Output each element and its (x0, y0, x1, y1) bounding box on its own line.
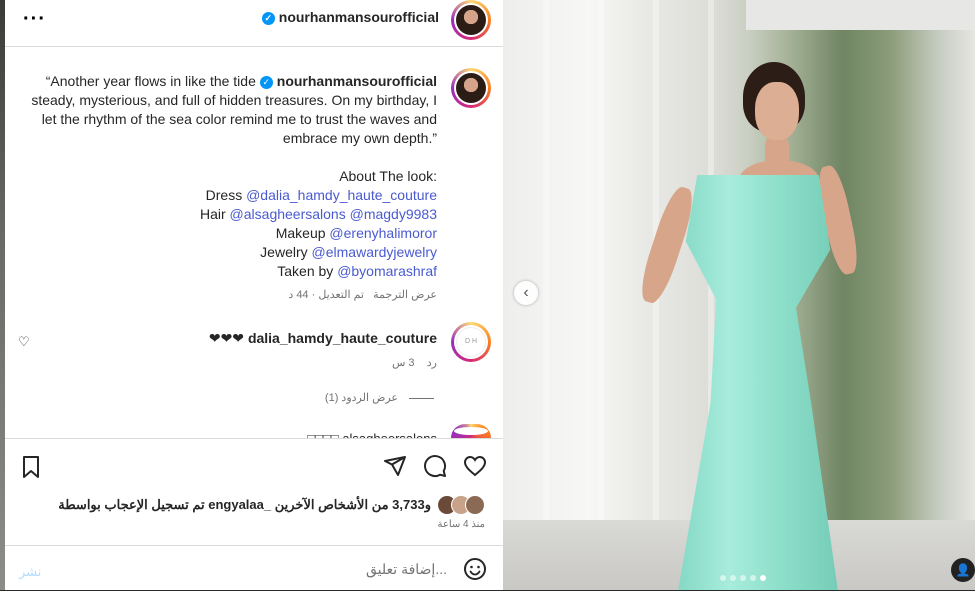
header-avatar[interactable] (451, 0, 491, 40)
replies-divider (409, 398, 434, 399)
liker-avatar (465, 495, 485, 515)
verified-badge-icon: ✓ (261, 12, 275, 25)
share-icon[interactable] (383, 454, 407, 478)
comment-avatar[interactable]: D H (451, 322, 491, 362)
user-tags-icon[interactable]: 👤 (951, 558, 975, 582)
comment-text: ❤❤❤ (208, 330, 245, 346)
edited-time: تم التعديل · 44 د (288, 289, 364, 301)
carousel-indicator (720, 575, 766, 581)
comment-age: 3 س (391, 357, 415, 369)
carousel-dot (740, 575, 746, 581)
mention-link[interactable]: @alsagheersalons (230, 206, 346, 222)
mention-link[interactable]: @byomarashraf (337, 263, 437, 279)
comment-item: ❤❤❤ dalia_hamdy_haute_couture (209, 330, 437, 347)
post-caption: “Another year flows in like the tide ✓ no… (17, 72, 437, 281)
credit-label: Taken by (277, 263, 334, 279)
add-comment-bar: نشر (5, 545, 503, 591)
header-username[interactable]: ✓ nourhanmansourofficial (261, 9, 439, 25)
view-replies-button[interactable]: عرض الردود (1) (325, 391, 398, 404)
carousel-dot (730, 575, 736, 581)
photo-detail (543, 0, 549, 590)
photo-detail (678, 175, 838, 590)
like-heart-icon[interactable] (463, 454, 487, 478)
verified-badge-icon: ✓ (259, 76, 273, 89)
previous-photo-button[interactable]: ‹ (514, 281, 538, 305)
post-header: ··· ✓ nourhanmansourofficial (5, 0, 503, 47)
reply-button[interactable]: رد (427, 357, 437, 369)
comment-username[interactable]: dalia_hamdy_haute_couture (248, 330, 437, 346)
bookmark-icon[interactable] (19, 455, 43, 479)
chevron-left-icon: ‹ (523, 284, 529, 301)
more-options-icon[interactable]: ··· (23, 8, 46, 31)
like-comment-heart-icon[interactable]: ♡ (18, 334, 30, 350)
carousel-dot (760, 575, 766, 581)
carousel-dot (720, 575, 726, 581)
credit-label: Hair (199, 206, 226, 222)
caption-line: let the rhythm of the sea color remind m… (41, 111, 437, 127)
caption-line: steady, mysterious, and full of hidden t… (31, 92, 437, 108)
post-timestamp: منذ 4 ساعة (437, 519, 485, 530)
comment-input[interactable] (65, 560, 449, 578)
credit-label: Dress (205, 187, 243, 203)
emoji-icon[interactable] (463, 557, 487, 581)
mention-link[interactable]: @magdy9983 (350, 206, 437, 222)
mention-link[interactable]: @elmawardyjewelry (312, 244, 437, 260)
caption-line: embrace my own depth.” (282, 130, 437, 146)
comment-meta: رد 3 س (392, 356, 437, 369)
mention-link[interactable]: @dalia_hamdy_haute_couture (246, 187, 437, 203)
caption-meta: عرض الترجمة تم التعديل · 44 د (288, 288, 437, 301)
post-comment-button[interactable]: نشر (19, 564, 41, 580)
likes-text[interactable]: تم تسجيل الإعجاب بواسطة engyalaa_ و3,733… (58, 497, 431, 513)
caption-line: “Another year flows in like the tide (45, 73, 256, 89)
caption-avatar[interactable] (451, 68, 491, 108)
photo-detail (746, 0, 975, 30)
caption-username[interactable]: nourhanmansourofficial (277, 73, 437, 89)
post-actions: تم تسجيل الإعجاب بواسطة engyalaa_ و3,733… (5, 438, 503, 545)
credit-label: Makeup (275, 225, 326, 241)
likes-summary[interactable]: تم تسجيل الإعجاب بواسطة engyalaa_ و3,733… (58, 495, 485, 515)
photo-detail (598, 0, 604, 590)
liker-avatars (437, 495, 485, 515)
see-translation-link[interactable]: عرض الترجمة (373, 289, 437, 301)
carousel-dot (750, 575, 756, 581)
post-details-panel: ··· ✓ nourhanmansourofficial “Another yea… (5, 0, 503, 590)
post-photo[interactable] (503, 0, 975, 590)
mention-link[interactable]: @erenyhalimoror (329, 225, 437, 241)
comment-icon[interactable] (423, 454, 447, 478)
about-look-heading: About The look: (339, 168, 437, 184)
photo-detail (755, 82, 799, 140)
credit-label: Jewelry (260, 244, 308, 260)
next-comment-avatar[interactable] (451, 424, 491, 438)
